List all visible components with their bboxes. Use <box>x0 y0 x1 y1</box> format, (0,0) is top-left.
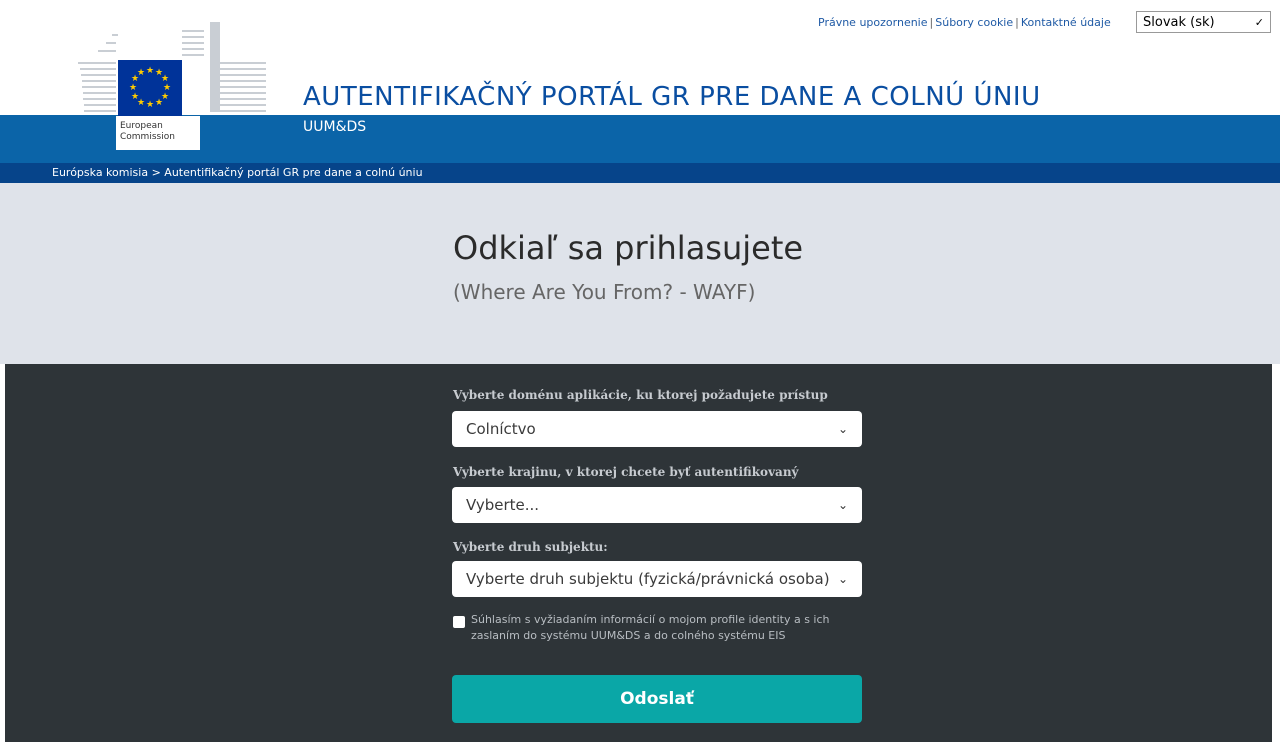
subject-label: Vyberte druh subjektu: <box>453 540 608 554</box>
domain-label: Vyberte doménu aplikácie, ku ktorej poža… <box>453 388 828 402</box>
consent-row: Súhlasím s vyžiadaním informácií o mojom… <box>453 612 863 644</box>
page-title-main: Odkiaľ sa prihlasujete <box>453 229 804 267</box>
svg-text:★: ★ <box>129 83 137 93</box>
svg-text:★: ★ <box>146 66 154 76</box>
page-edge-left <box>0 364 5 742</box>
svg-text:★: ★ <box>155 98 163 108</box>
page-title-subtitle: (Where Are You From? - WAYF) <box>453 280 756 304</box>
chevron-down-icon: ⌄ <box>837 572 848 586</box>
domain-select-value: Colníctvo <box>466 420 536 438</box>
chevron-down-icon: ⌄ <box>837 498 848 512</box>
breadcrumb-separator: > <box>151 166 161 179</box>
country-select-value: Vyberte... <box>466 496 540 514</box>
european-commission-logo[interactable]: ★ ★ ★ ★ ★ ★ ★ ★ ★ ★ ★ ★ European Commiss… <box>78 22 266 150</box>
subject-select[interactable]: Vyberte druh subjektu (fyzická/právnická… <box>452 561 862 597</box>
consent-text: Súhlasím s vyžiadaním informácií o mojom… <box>471 613 830 642</box>
breadcrumb-item-european-commission[interactable]: Európska komisia <box>52 166 148 179</box>
site-subtitle: UUM&DS <box>303 119 367 135</box>
country-select[interactable]: Vyberte... ⌄ <box>452 487 862 523</box>
domain-select[interactable]: Colníctvo ⌄ <box>452 411 862 447</box>
chevron-down-icon: ⌄ <box>837 422 848 436</box>
consent-checkbox[interactable] <box>453 616 465 628</box>
site-title: AUTENTIFIKAČNÝ PORTÁL GR PRE DANE A COLN… <box>303 82 1041 112</box>
logo-text-line2: Commission <box>120 132 175 142</box>
page-edge-right <box>1272 364 1280 742</box>
svg-text:★: ★ <box>131 92 139 102</box>
breadcrumb: Európska komisia > Autentifikačný portál… <box>52 166 423 179</box>
country-label: Vyberte krajinu, v ktorej chcete byť aut… <box>453 465 799 479</box>
svg-text:★: ★ <box>146 100 154 110</box>
svg-text:★: ★ <box>137 68 145 78</box>
breadcrumb-item-portal[interactable]: Autentifikačný portál GR pre dane a coln… <box>164 166 422 179</box>
subject-select-value: Vyberte druh subjektu (fyzická/právnická… <box>466 570 830 588</box>
logo-text-line1: European <box>120 121 163 131</box>
submit-button[interactable]: Odoslať <box>452 675 862 723</box>
page-title: Odkiaľ sa prihlasujete (Where Are You Fr… <box>453 228 873 308</box>
